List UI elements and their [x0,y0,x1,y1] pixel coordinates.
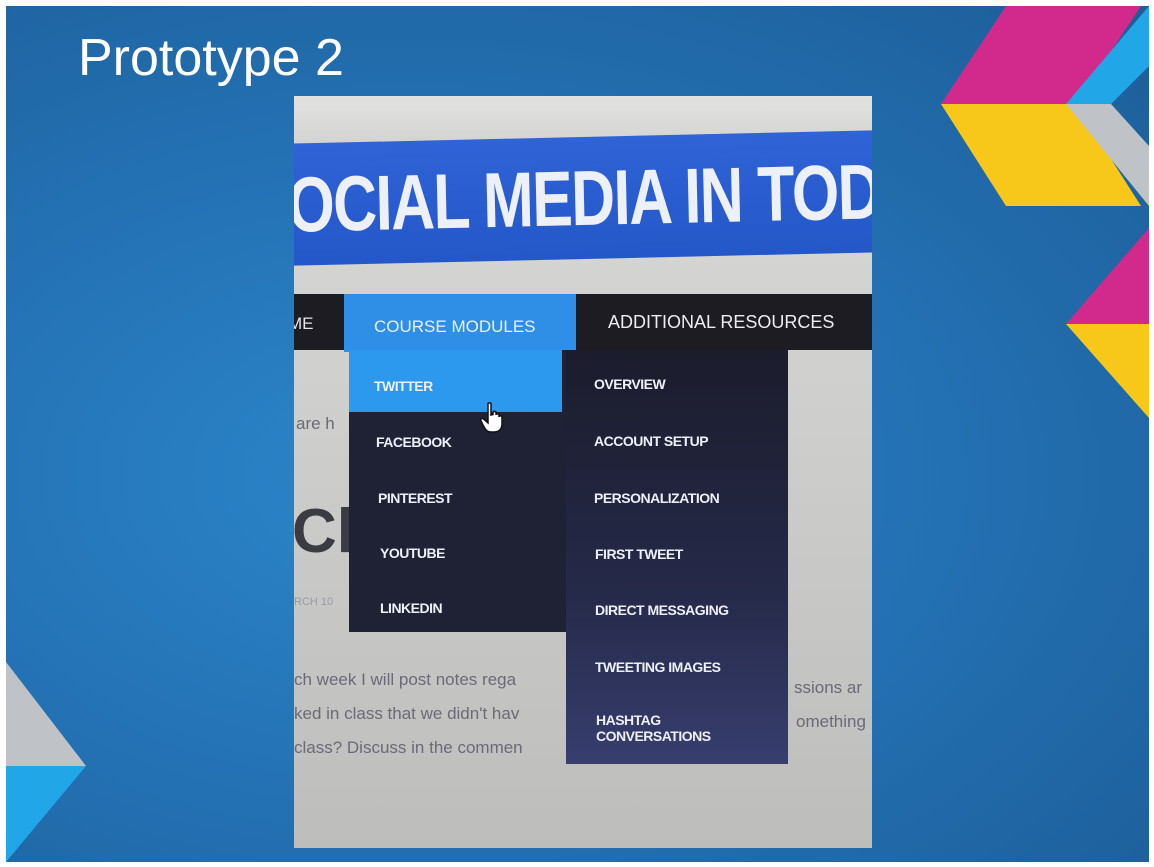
nav-additional-resources-link[interactable]: ADDITIONAL RESOURCES [608,312,834,333]
post-body-line-3: class? Discuss in the commen [294,738,523,757]
website-photo: OCIAL MEDIA IN TODAY are h Cla RCH 10 ch… [294,96,872,848]
page-text-fragment: are h [296,414,335,433]
post-body-right-fragment-2: omething [796,712,866,731]
submenu-item-hashtag[interactable]: HASHTAG [596,712,661,728]
submenu-item-personalization[interactable]: PERSONALIZATION [594,490,720,506]
decorative-chevrons-top-right [941,6,1149,418]
submenu-item-tweeting-images[interactable]: TWEETING IMAGES [595,659,721,675]
nav-home-link[interactable]: ME [294,314,314,334]
submenu-item-conversations[interactable]: CONVERSATIONS [596,728,711,744]
submenu-item-first-tweet[interactable]: FIRST TWEET [595,546,683,562]
submenu-item-direct-messaging[interactable]: DIRECT MESSAGING [595,602,729,618]
post-body-line-1: ch week I will post notes rega [294,670,517,689]
menu-item-linkedin[interactable]: LINKEDIN [380,600,443,616]
post-body-line-2: ked in class that we didn't hav [294,704,520,723]
submenu-item-account-setup[interactable]: ACCOUNT SETUP [594,433,709,449]
menu-item-facebook[interactable]: FACEBOOK [376,434,452,450]
submenu-item-overview[interactable]: OVERVIEW [594,376,666,392]
post-body-right-fragment-1: ssions ar [794,678,863,697]
menu-item-youtube[interactable]: YOUTUBE [380,545,445,561]
hand-cursor-icon [480,402,503,433]
slide-title: Prototype 2 [78,29,344,87]
site-banner-title: OCIAL MEDIA IN TODAY [294,145,872,249]
nav-course-modules-label[interactable]: COURSE MODULES [374,317,536,337]
slide: Prototype 2 OCIAL MEDIA IN TODAY are h C… [6,6,1149,862]
menu-item-twitter[interactable]: TWITTER [374,378,433,394]
menu-item-pinterest[interactable]: PINTEREST [378,490,453,506]
decorative-chevrons-bottom-left [6,662,86,862]
post-date-fragment: RCH 10 [294,596,334,608]
site-banner: OCIAL MEDIA IN TODAY [294,129,872,266]
